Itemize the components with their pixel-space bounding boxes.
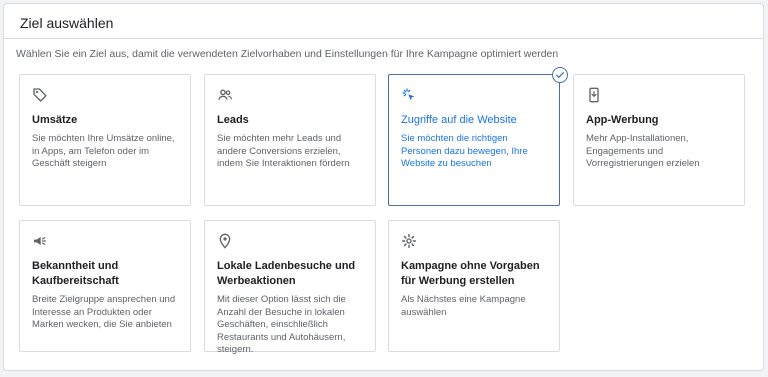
goal-description: Als Nächstes eine Kampagne auswählen <box>401 294 526 318</box>
goal-card-app-promotion[interactable]: App-Werbung Mehr App-Installationen, Eng… <box>573 74 745 206</box>
goal-description: Sie möchten Ihre Umsätze online, in Apps… <box>32 133 175 169</box>
goal-card-local-store-visits[interactable]: Lokale Ladenbesuche und Werbeaktionen Mi… <box>204 220 376 355</box>
goal-title: Kampagne ohne Vorgaben für Werbung erste… <box>401 260 540 287</box>
goal-card-umsaetze[interactable]: Umsätze Sie möchten Ihre Umsätze online,… <box>19 74 191 206</box>
panel-title: Ziel auswählen <box>4 4 763 39</box>
goal-card-website-traffic[interactable]: Zugriffe auf die Website Sie möchten die… <box>388 74 560 206</box>
goal-description: Sie möchten die richtigen Personen dazu … <box>401 133 528 169</box>
goal-description: Mehr App-Installationen, Engagements und… <box>586 133 700 169</box>
goal-title: Umsätze <box>32 114 78 126</box>
gear-icon <box>401 233 417 249</box>
cursor-click-icon <box>402 88 415 101</box>
panel-subtitle: Wählen Sie ein Ziel aus, damit die verwe… <box>16 48 559 60</box>
goal-title: Lokale Ladenbesuche und Werbeaktionen <box>217 260 356 287</box>
tag-icon <box>33 88 47 102</box>
goal-description: Mit dieser Option lässt sich die Anzahl … <box>217 294 346 355</box>
goal-title: Bekanntheit und Kaufbereitschaft <box>32 260 119 287</box>
goal-title: Leads <box>217 114 249 126</box>
goal-card-no-goal[interactable]: Kampagne ohne Vorgaben für Werbung erste… <box>388 220 560 352</box>
goal-title: Zugriffe auf die Website <box>401 114 517 126</box>
location-pin-icon <box>219 233 231 249</box>
goal-card-leads[interactable]: Leads Sie möchten mehr Leads und andere … <box>204 74 376 206</box>
goal-description: Breite Zielgruppe ansprechen und Interes… <box>32 294 176 330</box>
goal-description: Sie möchten mehr Leads und andere Conver… <box>217 133 350 169</box>
goal-title: App-Werbung <box>586 114 659 126</box>
selected-check-icon <box>552 67 568 83</box>
megaphone-icon <box>34 237 46 245</box>
goal-card-awareness[interactable]: Bekanntheit und Kaufbereitschaft Breite … <box>19 220 191 352</box>
people-icon <box>218 89 232 100</box>
phone-download-icon <box>589 87 599 103</box>
